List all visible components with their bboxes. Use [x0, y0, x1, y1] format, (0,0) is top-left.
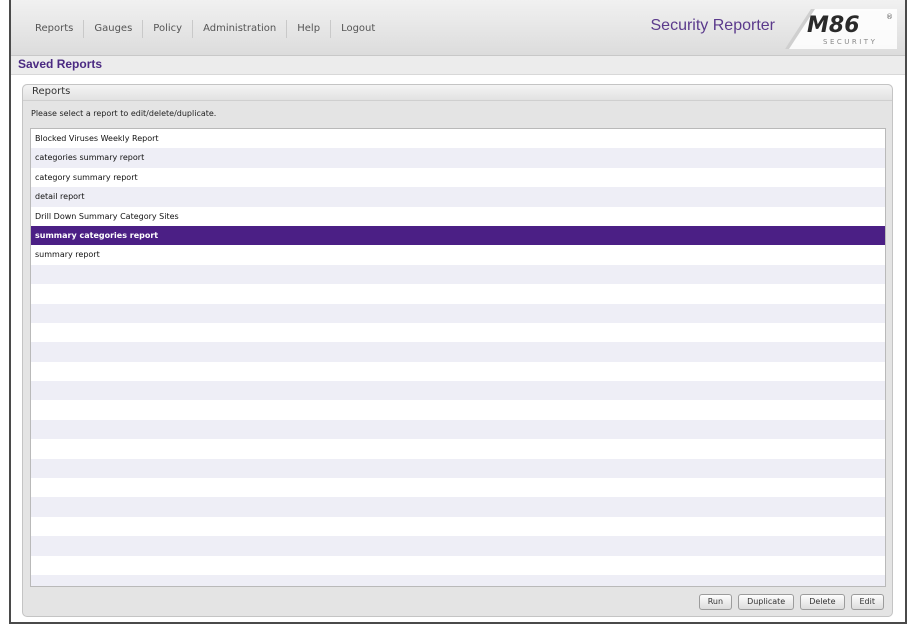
nav-administration[interactable]: Administration — [193, 20, 288, 38]
empty-list-row — [31, 400, 885, 419]
empty-list-row — [31, 536, 885, 556]
empty-list-row — [31, 342, 885, 362]
nav-logout[interactable]: Logout — [331, 20, 385, 38]
list-item[interactable]: categories summary report — [31, 148, 885, 168]
empty-list-row — [31, 284, 885, 303]
empty-list-row — [31, 517, 885, 536]
main-nav: Reports Gauges Policy Administration Hel… — [25, 20, 385, 38]
logo-registered-mark: ® — [886, 13, 893, 21]
run-button[interactable]: Run — [698, 594, 733, 610]
empty-list-row — [31, 574, 885, 586]
app-window: Reports Gauges Policy Administration Hel… — [9, 0, 907, 624]
reports-list[interactable]: Blocked Viruses Weekly Report categories … — [30, 128, 886, 587]
app-title: Security Reporter — [650, 17, 776, 34]
nav-gauges[interactable]: Gauges — [84, 20, 144, 38]
panel-title: Reports — [32, 86, 71, 97]
logo-subtext: SECURITY — [823, 38, 877, 46]
nav-help[interactable]: Help — [287, 20, 332, 38]
list-item[interactable]: Drill Down Summary Category Sites — [31, 207, 885, 226]
list-item[interactable]: detail report — [31, 187, 885, 207]
empty-list-row — [31, 419, 885, 440]
nav-policy[interactable]: Policy — [143, 20, 194, 38]
m86-security-logo: M86 ® SECURITY — [785, 9, 897, 49]
edit-button[interactable]: Edit — [850, 594, 884, 610]
delete-button[interactable]: Delete — [800, 594, 845, 610]
empty-list-row — [31, 439, 885, 458]
empty-list-row — [31, 458, 885, 479]
reports-panel: Reports Please select a report to edit/d… — [22, 84, 893, 617]
page-title: Saved Reports — [18, 57, 103, 71]
empty-list-row — [31, 362, 885, 381]
empty-list-row — [31, 381, 885, 401]
logo-text: M86 — [807, 13, 860, 38]
action-buttons: Run Duplicate Delete Edit — [698, 594, 884, 610]
list-item[interactable]: category summary report — [31, 168, 885, 187]
empty-list-row — [31, 264, 885, 285]
empty-list-row — [31, 497, 885, 517]
empty-list-row — [31, 303, 885, 323]
page-title-bar: Saved Reports — [11, 56, 905, 75]
list-item[interactable]: Blocked Viruses Weekly Report — [31, 129, 885, 148]
empty-list-row — [31, 556, 885, 575]
nav-reports[interactable]: Reports — [25, 20, 85, 38]
instruction-text: Please select a report to edit/delete/du… — [31, 109, 217, 118]
list-item[interactable]: summary report — [31, 245, 885, 264]
empty-list-row — [31, 478, 885, 497]
empty-list-row — [31, 323, 885, 342]
list-item[interactable]: summary categories report — [31, 225, 885, 246]
top-bar: Reports Gauges Policy Administration Hel… — [11, 0, 905, 56]
panel-header: Reports — [23, 85, 892, 101]
duplicate-button[interactable]: Duplicate — [738, 594, 795, 610]
